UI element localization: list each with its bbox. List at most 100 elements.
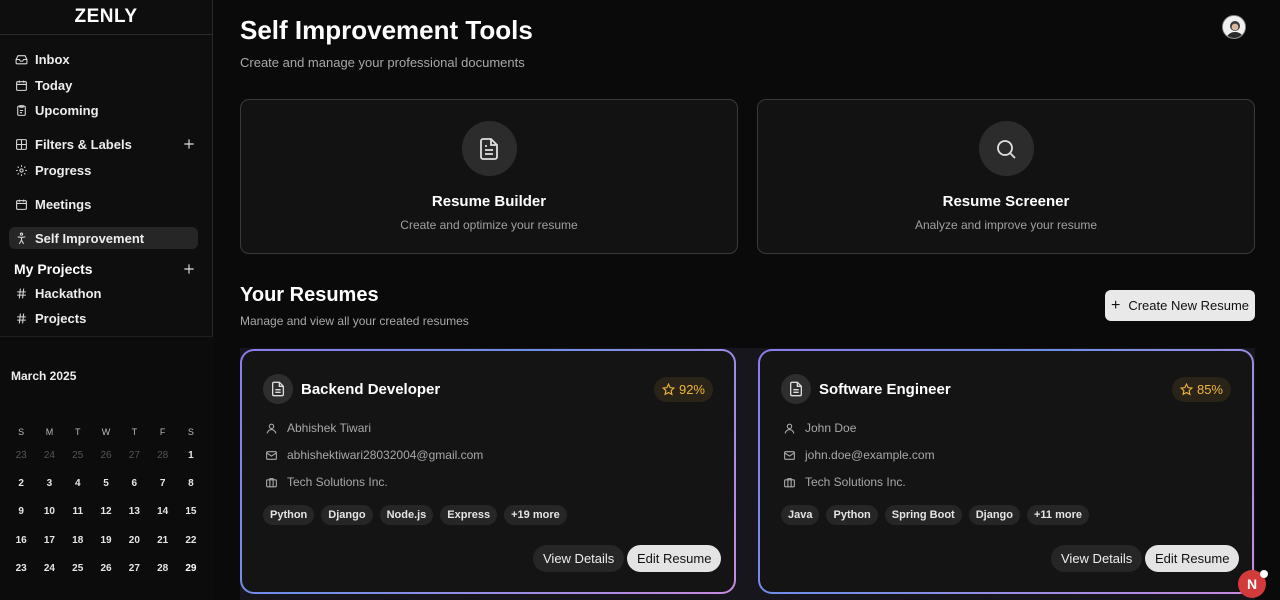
calendar-day[interactable]: 5 [92,469,120,497]
sidebar-item-label: Today [35,77,73,93]
resume-screener-card[interactable]: Resume Screener Analyze and improve your… [757,99,1255,254]
view-details-button[interactable]: View Details [533,545,625,572]
calendar-day[interactable]: 27 [120,554,148,582]
my-projects-heading: My Projects [14,261,93,277]
calendar-day[interactable]: 28 [148,554,176,582]
sidebar-item-today[interactable]: Today [9,74,198,96]
person-icon [14,231,28,245]
resume-builder-card[interactable]: Resume Builder Create and optimize your … [240,99,738,254]
resume-email-row: john.doe@example.com [783,448,935,462]
sidebar-item-progress[interactable]: Progress [9,159,198,181]
sidebar-item-self-improvement[interactable]: Self Improvement [9,227,198,249]
calendar-day[interactable]: 27 [120,441,148,469]
calendar-day[interactable]: 25 [64,554,92,582]
calendar-weekday: F [159,427,166,437]
search-icon [978,121,1034,176]
resume-company-row: Tech Solutions Inc. [265,475,388,489]
document-icon [781,374,811,404]
calendar-day[interactable]: 20 [120,526,148,554]
sidebar-item-upcoming[interactable]: Upcoming [9,99,198,121]
plus-icon: + [1111,296,1121,314]
plus-icon [184,139,194,149]
calendar-day[interactable]: 29 [177,554,205,582]
briefcase-icon [265,476,278,489]
user-icon [783,422,796,435]
clipboard-icon [14,103,28,117]
calendar-day[interactable]: 17 [35,526,63,554]
resume-email: john.doe@example.com [805,448,935,462]
skill-tag: Java [781,505,820,525]
calendar-day[interactable]: 6 [120,469,148,497]
resume-card: Backend Developer 92% Abhishek Tiwari ab… [240,349,736,594]
calendar-month-title: March 2025 [11,369,77,383]
calendar-day[interactable]: 25 [64,441,92,469]
calendar-day[interactable]: 19 [92,526,120,554]
avatar[interactable] [1222,15,1246,39]
more-skills-tag[interactable]: +11 more [1026,505,1089,525]
resume-title: Software Engineer [819,381,951,398]
resume-email: abhishektiwari28032004@gmail.com [287,448,484,462]
calendar-day[interactable]: 8 [177,469,205,497]
resume-name-row: Abhishek Tiwari [265,421,371,435]
calendar-day[interactable]: 16 [7,526,35,554]
sidebar-item-filters-labels[interactable]: Filters & Labels [9,133,198,155]
sidebar-item-label: Hackathon [35,285,102,301]
calendar-day[interactable]: 9 [7,498,35,526]
resume-card-body: Software Engineer 85% John Doe john.doe@… [760,351,1252,592]
calendar-day[interactable]: 13 [120,498,148,526]
create-new-resume-button[interactable]: + Create New Resume [1105,290,1255,321]
inbox-icon [14,52,28,66]
calendar-day[interactable]: 26 [92,441,120,469]
calendar-day[interactable]: 4 [64,469,92,497]
mini-calendar: March 2025 S M T W T F S 23 24 25 26 27 28 1 2 3 4 5 6 7 8 9 1… [0,336,213,600]
document-icon [461,121,517,176]
calendar-day[interactable]: 11 [64,498,92,526]
calendar-day[interactable]: 26 [92,554,120,582]
sidebar-item-label: Projects [35,310,87,326]
calendar-day[interactable]: 2 [7,469,35,497]
sidebar-project-hackathon[interactable]: Hackathon [9,282,198,304]
score-badge: 92% [653,377,713,402]
calendar-day[interactable]: 28 [148,441,176,469]
calendar-weekday: S [18,427,25,437]
star-icon [1179,383,1193,396]
calendar-day[interactable]: 3 [35,469,63,497]
edit-resume-button[interactable]: Edit Resume [1145,545,1240,572]
user-icon [265,422,278,435]
calendar-day[interactable]: 24 [35,441,63,469]
mail-icon [265,449,278,462]
calendar-day[interactable]: 18 [64,526,92,554]
calendar-day[interactable]: 14 [148,498,176,526]
calendar-day[interactable]: 22 [177,526,205,554]
tool-subtitle: Analyze and improve your resume [914,218,1098,232]
more-skills-tag[interactable]: +19 more [504,505,567,525]
edit-resume-button[interactable]: Edit Resume [627,545,722,572]
calendar-day[interactable]: 1 [177,441,205,469]
calendar-day[interactable]: 10 [35,498,63,526]
score-value: 85% [1196,382,1223,397]
calendar-day[interactable]: 15 [177,498,205,526]
sidebar-item-meetings[interactable]: Meetings [9,193,198,215]
sidebar-item-label: Meetings [35,196,92,212]
add-filter-button[interactable] [182,137,196,151]
add-project-button[interactable] [182,262,196,276]
resume-name: Abhishek Tiwari [287,421,372,435]
sidebar-item-inbox[interactable]: Inbox [9,48,198,70]
calendar-day[interactable]: 12 [92,498,120,526]
avatar-image [1223,16,1245,38]
resume-company: Tech Solutions Inc. [805,475,906,489]
sidebar-project-projects[interactable]: Projects [9,307,198,329]
create-button-label: Create New Resume [1128,298,1249,313]
skill-tag: Python [826,505,878,525]
calendar-day[interactable]: 23 [7,441,35,469]
calendar-day[interactable]: 7 [148,469,176,497]
calendar-day[interactable]: 21 [148,526,176,554]
section-subtitle: Manage and view all your created resumes [240,314,469,328]
score-badge: 85% [1171,377,1231,402]
calendar-day[interactable]: 24 [35,554,63,582]
calendar-day[interactable]: 23 [7,554,35,582]
sidebar-item-label: Self Improvement [35,230,145,246]
app-logo[interactable]: ZENLY [0,0,212,35]
plus-icon [184,264,194,274]
view-details-button[interactable]: View Details [1051,545,1143,572]
